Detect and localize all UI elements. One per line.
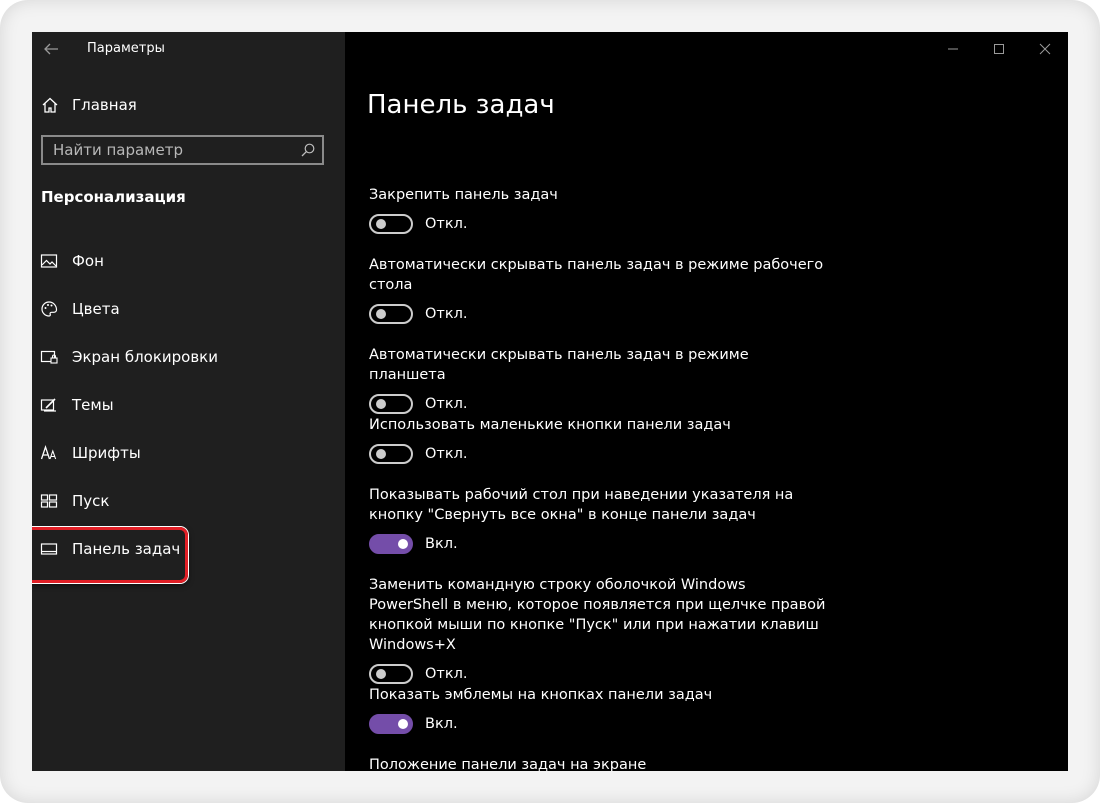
toggle-row: Вкл. — [369, 713, 829, 735]
close-icon — [1039, 43, 1051, 55]
home-icon — [41, 96, 59, 114]
toggle-row: Откл. — [369, 443, 829, 465]
sidebar-item-label: Пуск — [72, 492, 110, 510]
highlight-frame — [32, 527, 188, 583]
toggle-switch[interactable] — [369, 394, 413, 414]
title-bar: Параметры — [32, 32, 345, 66]
toggle-state: Откл. — [425, 396, 468, 412]
toggle-switch[interactable] — [369, 304, 413, 324]
palette-icon — [40, 300, 58, 318]
toggle-state: Вкл. — [425, 716, 458, 732]
sidebar-item-start[interactable]: Пуск — [32, 477, 345, 525]
setting-peek-desktop: Показывать рабочий стол при наведении ук… — [369, 485, 829, 555]
setting-small-buttons: Использовать маленькие кнопки панели зад… — [369, 415, 829, 465]
section-title: Персонализация — [41, 188, 186, 206]
window-controls — [930, 32, 1068, 66]
toggle-knob — [398, 719, 408, 729]
toggle-knob — [376, 449, 386, 459]
sidebar-item-themes[interactable]: Темы — [32, 381, 345, 429]
toggle-switch[interactable] — [369, 444, 413, 464]
toggle-state: Откл. — [425, 216, 468, 232]
section-heading-taskbar-position: Положение панели задач на экране — [369, 755, 829, 771]
home-link[interactable]: Главная — [41, 92, 137, 118]
toggle-switch[interactable] — [369, 534, 413, 554]
sidebar-item-fonts[interactable]: Шрифты — [32, 429, 345, 477]
setting-label: Положение панели задач на экране — [369, 757, 647, 771]
toggle-knob — [376, 309, 386, 319]
start-icon — [40, 492, 58, 510]
toggle-switch[interactable] — [369, 664, 413, 684]
back-arrow-icon[interactable] — [42, 40, 60, 58]
lock-screen-icon — [40, 348, 58, 366]
search-icon[interactable] — [300, 142, 316, 158]
sidebar-item-lock-screen[interactable]: Экран блокировки — [32, 333, 345, 381]
setting-label: Заменить командную строку оболочкой Wind… — [369, 577, 826, 653]
toggle-state: Откл. — [425, 666, 468, 682]
toggle-row: Откл. — [369, 213, 829, 235]
themes-icon — [40, 396, 58, 414]
window-title: Параметры — [87, 41, 165, 56]
sidebar-item-label: Экран блокировки — [72, 348, 218, 366]
toggle-row: Откл. — [369, 393, 829, 415]
minimize-icon — [948, 48, 958, 50]
setting-autohide-desktop: Автоматически скрывать панель задач в ре… — [369, 255, 829, 325]
setting-badges: Показать эмблемы на кнопках панели задач… — [369, 685, 829, 735]
toggle-row: Вкл. — [369, 533, 829, 555]
setting-label: Закрепить панель задач — [369, 187, 558, 203]
setting-label: Автоматически скрывать панель задач в ре… — [369, 347, 749, 383]
maximize-icon — [994, 44, 1004, 54]
sidebar-item-background[interactable]: Фон — [32, 237, 345, 285]
sidebar: Параметры Главная Персонализация Фон — [32, 32, 345, 771]
toggle-knob — [376, 219, 386, 229]
sidebar-item-label: Цвета — [72, 300, 120, 318]
minimize-button[interactable] — [930, 32, 976, 66]
search-input[interactable] — [43, 140, 300, 160]
setting-autohide-tablet: Автоматически скрывать панель задач в ре… — [369, 345, 829, 415]
image-icon — [40, 252, 58, 270]
toggle-state: Откл. — [425, 306, 468, 322]
toggle-knob — [398, 539, 408, 549]
setting-label: Показывать рабочий стол при наведении ук… — [369, 487, 794, 523]
search-box[interactable] — [41, 135, 324, 165]
toggle-row: Откл. — [369, 663, 829, 685]
sidebar-item-label: Фон — [72, 252, 104, 270]
sidebar-item-label: Темы — [72, 396, 114, 414]
sidebar-item-label: Шрифты — [72, 444, 141, 462]
close-button[interactable] — [1022, 32, 1068, 66]
toggle-state: Откл. — [425, 446, 468, 462]
home-label: Главная — [72, 96, 137, 114]
main-content: Панель задач Закрепить панель задач Откл… — [345, 32, 1068, 771]
maximize-button[interactable] — [976, 32, 1022, 66]
toggle-switch[interactable] — [369, 714, 413, 734]
toggle-knob — [376, 399, 386, 409]
setting-label: Использовать маленькие кнопки панели зад… — [369, 417, 731, 433]
page-title: Панель задач — [367, 90, 555, 120]
toggle-state: Вкл. — [425, 536, 458, 552]
setting-label: Показать эмблемы на кнопках панели задач — [369, 687, 713, 703]
setting-label: Автоматически скрывать панель задач в ре… — [369, 257, 824, 293]
toggle-switch[interactable] — [369, 214, 413, 234]
sidebar-item-colors[interactable]: Цвета — [32, 285, 345, 333]
settings-window: Параметры Главная Персонализация Фон — [32, 32, 1068, 771]
setting-lock-taskbar: Закрепить панель задач Откл. — [369, 185, 829, 235]
toggle-knob — [376, 669, 386, 679]
sidebar-item-taskbar[interactable]: Панель задач — [32, 525, 345, 583]
fonts-icon — [40, 444, 58, 462]
setting-powershell: Заменить командную строку оболочкой Wind… — [369, 575, 829, 685]
toggle-row: Откл. — [369, 303, 829, 325]
sidebar-nav: Фон Цвета Экран блокировки Темы Шрифты П… — [32, 237, 345, 583]
